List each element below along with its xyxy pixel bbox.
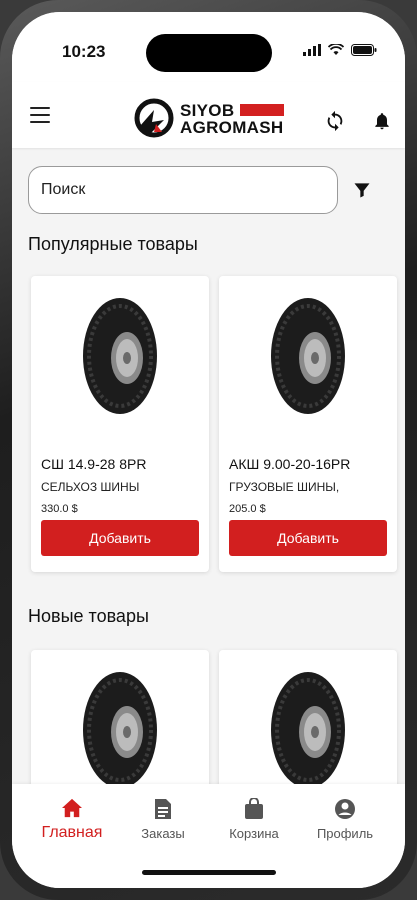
home-icon: [62, 798, 82, 818]
cart-icon: [245, 798, 263, 819]
filter-icon[interactable]: [352, 180, 372, 200]
tire-image: [271, 298, 345, 414]
popular-section-title: Популярные товары: [28, 234, 198, 254]
wifi-icon: [328, 44, 344, 55]
tire-image: [83, 672, 157, 788]
product-name: АКШ 9.00-20-16PR: [229, 456, 351, 472]
new-section-title: Новые товары: [28, 606, 149, 626]
logo-line2: AGROMASH: [180, 118, 284, 137]
bell-icon[interactable]: [372, 110, 392, 132]
product-card[interactable]: СШ 14.9-28 8PR СЕЛЬХОЗ ШИНЫ 330.0 $ Доба…: [31, 276, 209, 572]
home-indicator: [142, 870, 276, 875]
app-screen: 10:23 SIYOB AGROMASH Популярные т: [12, 12, 405, 888]
nav-label: Профиль: [316, 826, 374, 841]
menu-icon[interactable]: [28, 104, 52, 126]
profile-icon: [335, 799, 355, 819]
nav-label: Заказы: [141, 826, 185, 841]
add-to-cart-button[interactable]: Добавить: [229, 520, 387, 556]
nav-item-orders[interactable]: Заказы: [118, 798, 208, 841]
product-category: ГРУЗОВЫЕ ШИНЫ,: [229, 480, 340, 494]
status-icons: [303, 44, 377, 56]
add-to-cart-button[interactable]: Добавить: [41, 520, 199, 556]
search-input[interactable]: [41, 181, 325, 199]
tire-image: [83, 298, 157, 414]
product-price: 205.0 $: [229, 503, 266, 515]
signal-icon: [303, 44, 321, 56]
product-card[interactable]: АКШ 9.00-20-16PR ГРУЗОВЫЕ ШИНЫ, 205.0 $ …: [219, 276, 397, 572]
logo-text: SIYOB AGROMASH: [180, 102, 283, 136]
battery-icon: [351, 44, 377, 56]
nav-item-profile[interactable]: Профиль: [300, 798, 390, 841]
product-price: 330.0 $: [41, 503, 78, 515]
orders-icon: [155, 799, 171, 819]
phone-frame: 10:23 SIYOB AGROMASH Популярные т: [0, 0, 417, 900]
product-name: СШ 14.9-28 8PR: [41, 456, 147, 472]
nav-item-cart[interactable]: Корзина: [209, 798, 299, 841]
status-time: 10:23: [62, 42, 106, 61]
nav-item-home[interactable]: Главная: [27, 798, 117, 842]
nav-label: Главная: [41, 824, 103, 841]
nav-label: Корзина: [229, 826, 279, 841]
logo: SIYOB AGROMASH: [132, 96, 292, 140]
logo-mark-icon: [134, 98, 174, 138]
dynamic-island: [146, 34, 272, 72]
status-bar: 10:23: [12, 12, 405, 82]
search-field[interactable]: [28, 166, 338, 214]
tire-image: [271, 672, 345, 788]
sync-icon[interactable]: [324, 110, 346, 132]
app-bar: SIYOB AGROMASH: [12, 82, 405, 148]
product-category: СЕЛЬХОЗ ШИНЫ: [41, 480, 140, 494]
